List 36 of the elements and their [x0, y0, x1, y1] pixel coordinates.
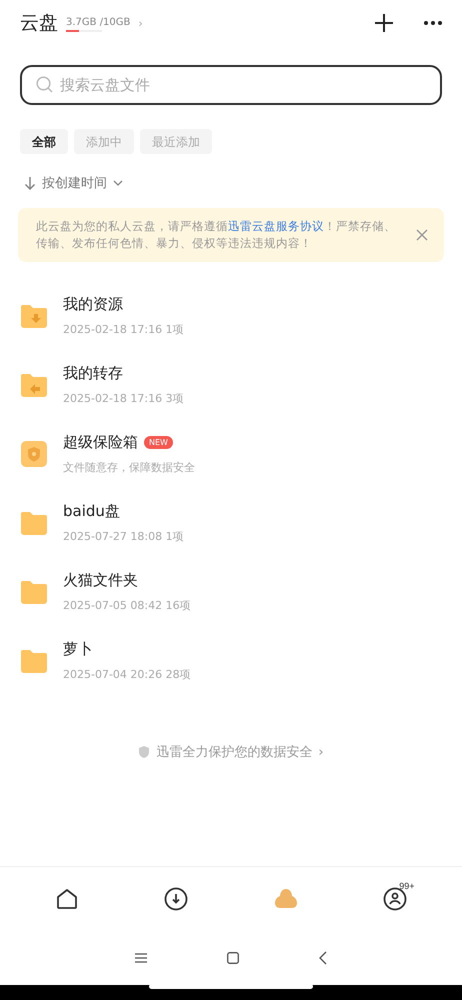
notice-text: 此云盘为您的私人云盘，请严格遵循迅雷云盘服务协议！严禁存储、传输、发布任何色情、暴力、侵权等违法违规内容！ — [36, 218, 397, 252]
add-button[interactable] — [374, 13, 394, 33]
back-button[interactable] — [319, 951, 327, 965]
filter-tab[interactable]: 全部 — [20, 129, 68, 154]
caret-icon — [113, 180, 123, 186]
folder-meta: 文件随意存，保障数据安全 — [63, 460, 195, 474]
search-field[interactable]: 搜索云盘文件 — [20, 65, 442, 105]
folder-name[interactable]: 萝卜 — [63, 640, 93, 658]
new-badge: NEW — [144, 436, 173, 448]
notification-count: 99+ — [399, 881, 415, 891]
folder-name[interactable]: baidu盘 — [63, 502, 120, 520]
folder-name[interactable]: 我的转存 — [63, 364, 123, 382]
folder-name[interactable]: 我的资源 — [63, 294, 123, 314]
shield-icon — [138, 745, 150, 759]
folder-meta: 2025-07-27 18:08 1项 — [63, 528, 184, 544]
page-title: 云盘 — [20, 11, 58, 36]
more-button[interactable] — [424, 21, 442, 25]
safe-icon — [20, 440, 48, 468]
folder-meta: 2025-07-04 20:26 28项 — [63, 666, 191, 682]
folder-name[interactable]: 超级保险箱 — [63, 432, 138, 452]
folder-name[interactable]: 火猫文件夹 — [63, 570, 138, 590]
folder-meta: 2025-02-18 17:16 3项 — [63, 390, 184, 406]
folder-meta: 2025-02-18 17:16 1项 — [63, 322, 184, 336]
search-icon — [36, 76, 53, 93]
menu-button[interactable] — [135, 953, 147, 963]
home-icon — [56, 888, 78, 910]
folder-meta: 2025-07-05 08:42 16项 — [63, 598, 191, 612]
storage-usage[interactable]: 3.7GB /10GB — [66, 16, 130, 28]
arrow-down-icon — [24, 176, 36, 190]
download-icon — [164, 887, 188, 911]
cloud-icon — [274, 888, 298, 910]
nav-tab[interactable]: 99+ — [375, 879, 416, 919]
agreement-link[interactable]: 迅雷云盘服务协议 — [228, 219, 324, 233]
close-button[interactable] — [416, 229, 428, 241]
home-button[interactable] — [227, 952, 239, 964]
sort-button[interactable]: 按创建时间 — [24, 174, 462, 192]
